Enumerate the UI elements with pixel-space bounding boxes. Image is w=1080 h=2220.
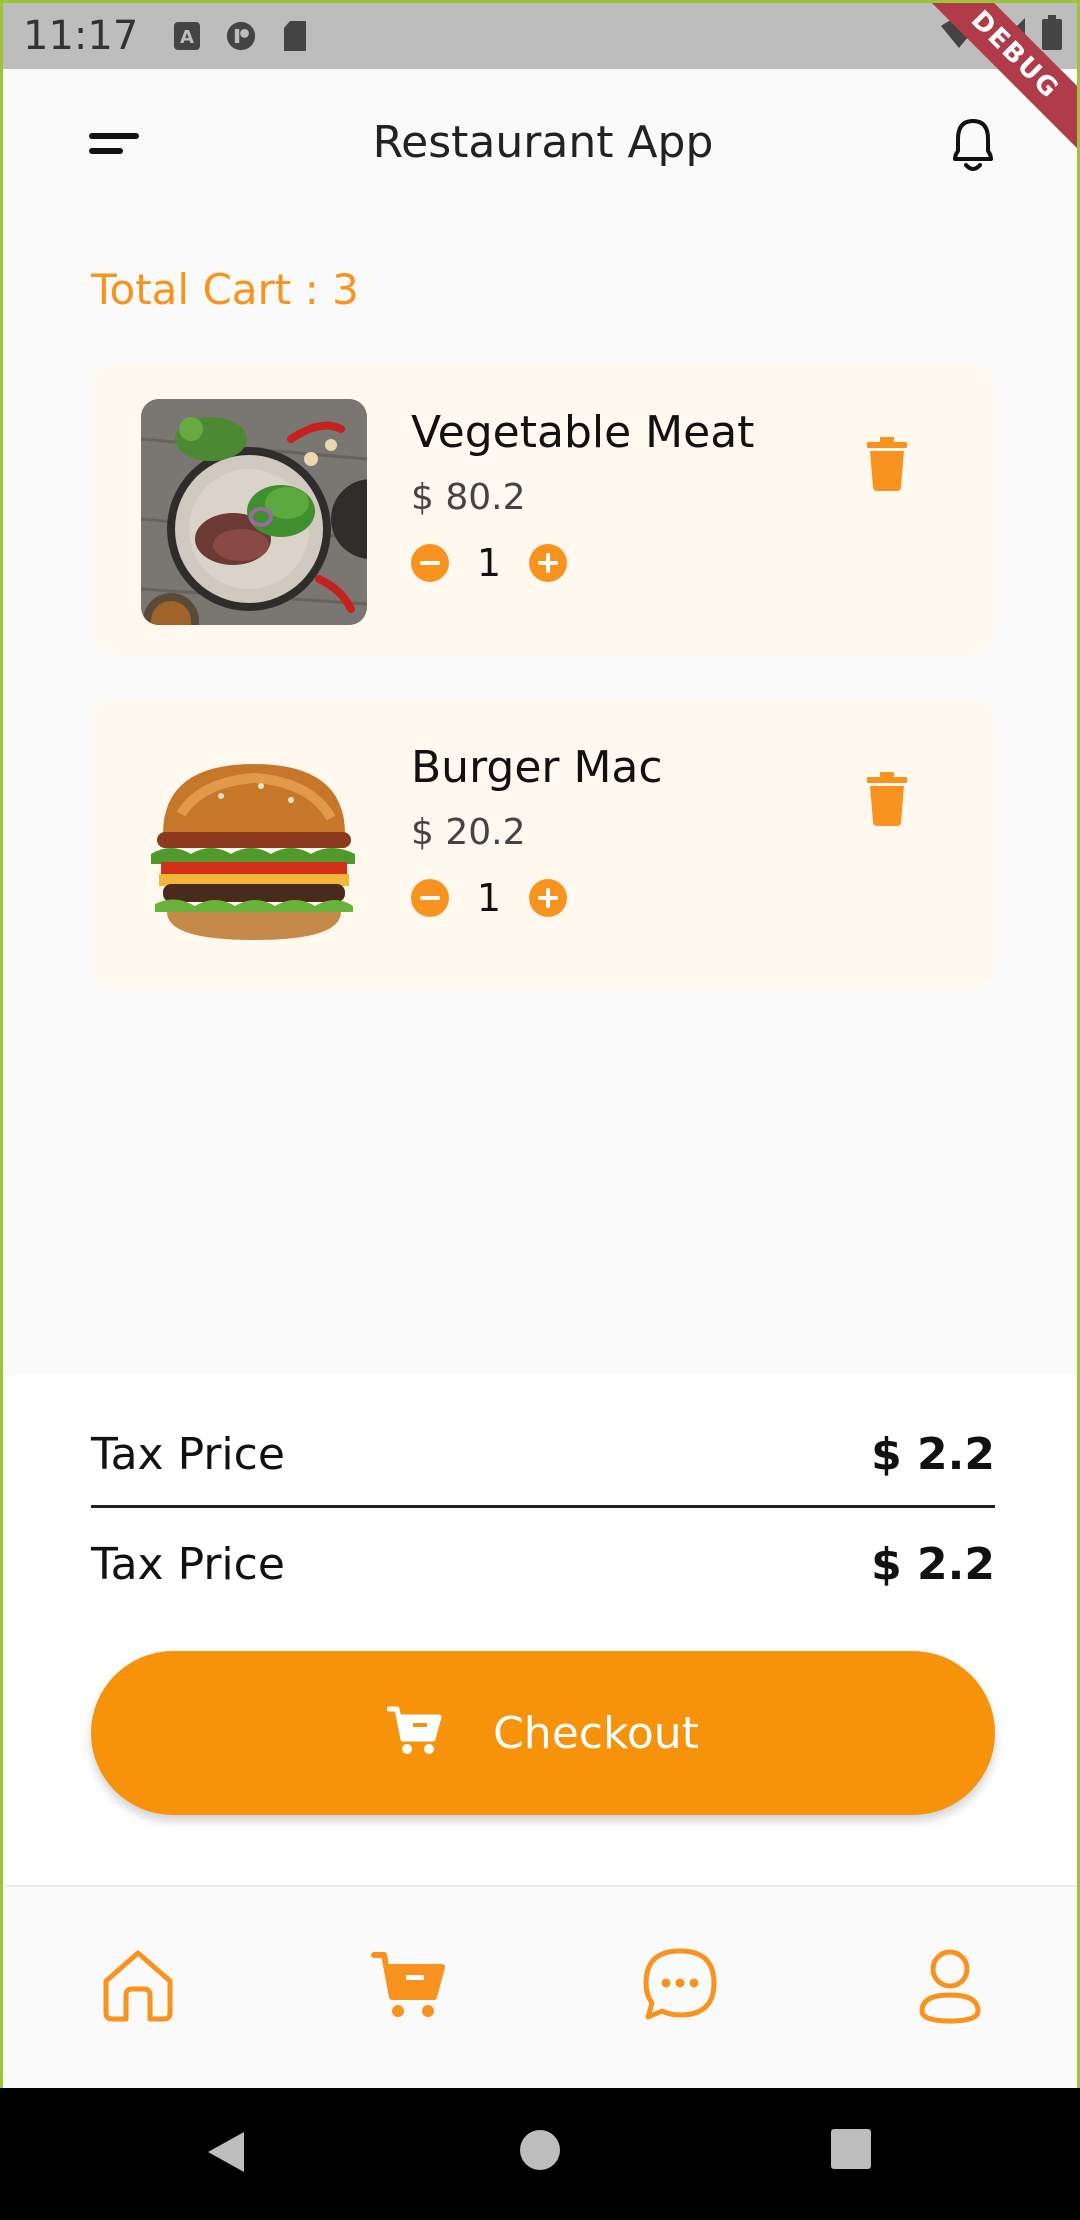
bell-icon[interactable] [945,115,1001,177]
summary-divider [91,1505,995,1508]
app-bar: Restaurant App [3,69,1077,224]
system-navigation-bar [0,2088,1080,2220]
quantity-value: 1 [476,876,502,920]
decrease-quantity-button[interactable] [411,544,449,582]
sd-card-icon [280,20,310,52]
food-image-vegetable-meat [141,399,367,625]
page-title: Restaurant App [372,117,714,168]
trash-icon[interactable] [867,437,907,491]
cart-item-card: Vegetable Meat $ 80.2 1 [91,365,995,655]
order-summary-panel: Tax Price $ 2.2 Tax Price $ 2.2 Checkout [6,1375,1077,1885]
battery-icon [1041,15,1063,55]
item-price: $ 80.2 [411,477,526,518]
quantity-value: 1 [476,541,502,585]
status-time: 11:17 [23,13,139,59]
svg-text:A: A [180,27,194,48]
item-price: $ 20.2 [411,812,526,853]
bottom-navigation [6,1885,1077,2088]
summary-row: Tax Price $ 2.2 [91,1539,995,1590]
summary-row: Tax Price $ 2.2 [91,1429,995,1480]
decrease-quantity-button[interactable] [411,879,449,917]
profile-icon [910,1949,990,2029]
app-notification-icon [226,20,256,52]
summary-value: $ 2.2 [871,1539,995,1590]
increase-quantity-button[interactable] [529,544,567,582]
nav-home[interactable] [98,1945,178,2025]
quantity-stepper: 1 [411,541,567,585]
item-name: Vegetable Meat [411,407,755,458]
home-button-icon[interactable] [518,2128,562,2176]
nav-profile[interactable] [910,1945,990,2025]
back-icon[interactable] [204,2128,248,2180]
cart-icon [370,1952,450,2029]
summary-value: $ 2.2 [871,1429,995,1480]
keyboard-a-icon: A [172,20,202,52]
food-image-burger-mac [141,734,367,960]
chat-icon [640,1948,720,2029]
quantity-stepper: 1 [411,876,567,920]
nav-chat[interactable] [640,1945,720,2025]
trash-icon[interactable] [867,772,907,826]
cart-icon [386,1705,443,1761]
cart-item-card: Burger Mac $ 20.2 1 [91,700,995,990]
summary-label: Tax Price [91,1539,285,1590]
checkout-button[interactable]: Checkout [91,1651,995,1815]
total-cart-label: Total Cart : 3 [91,265,359,314]
increase-quantity-button[interactable] [529,879,567,917]
nav-cart[interactable] [370,1945,450,2025]
status-bar: 11:17 A DEBUG [3,3,1077,163]
summary-label: Tax Price [91,1429,285,1480]
home-icon [98,1950,178,2029]
app-frame: 11:17 A DEBUG Restaurant App Total Cart … [0,0,1080,2088]
item-name: Burger Mac [411,742,663,793]
recents-icon[interactable] [830,2128,872,2174]
checkout-label: Checkout [493,1707,699,1759]
